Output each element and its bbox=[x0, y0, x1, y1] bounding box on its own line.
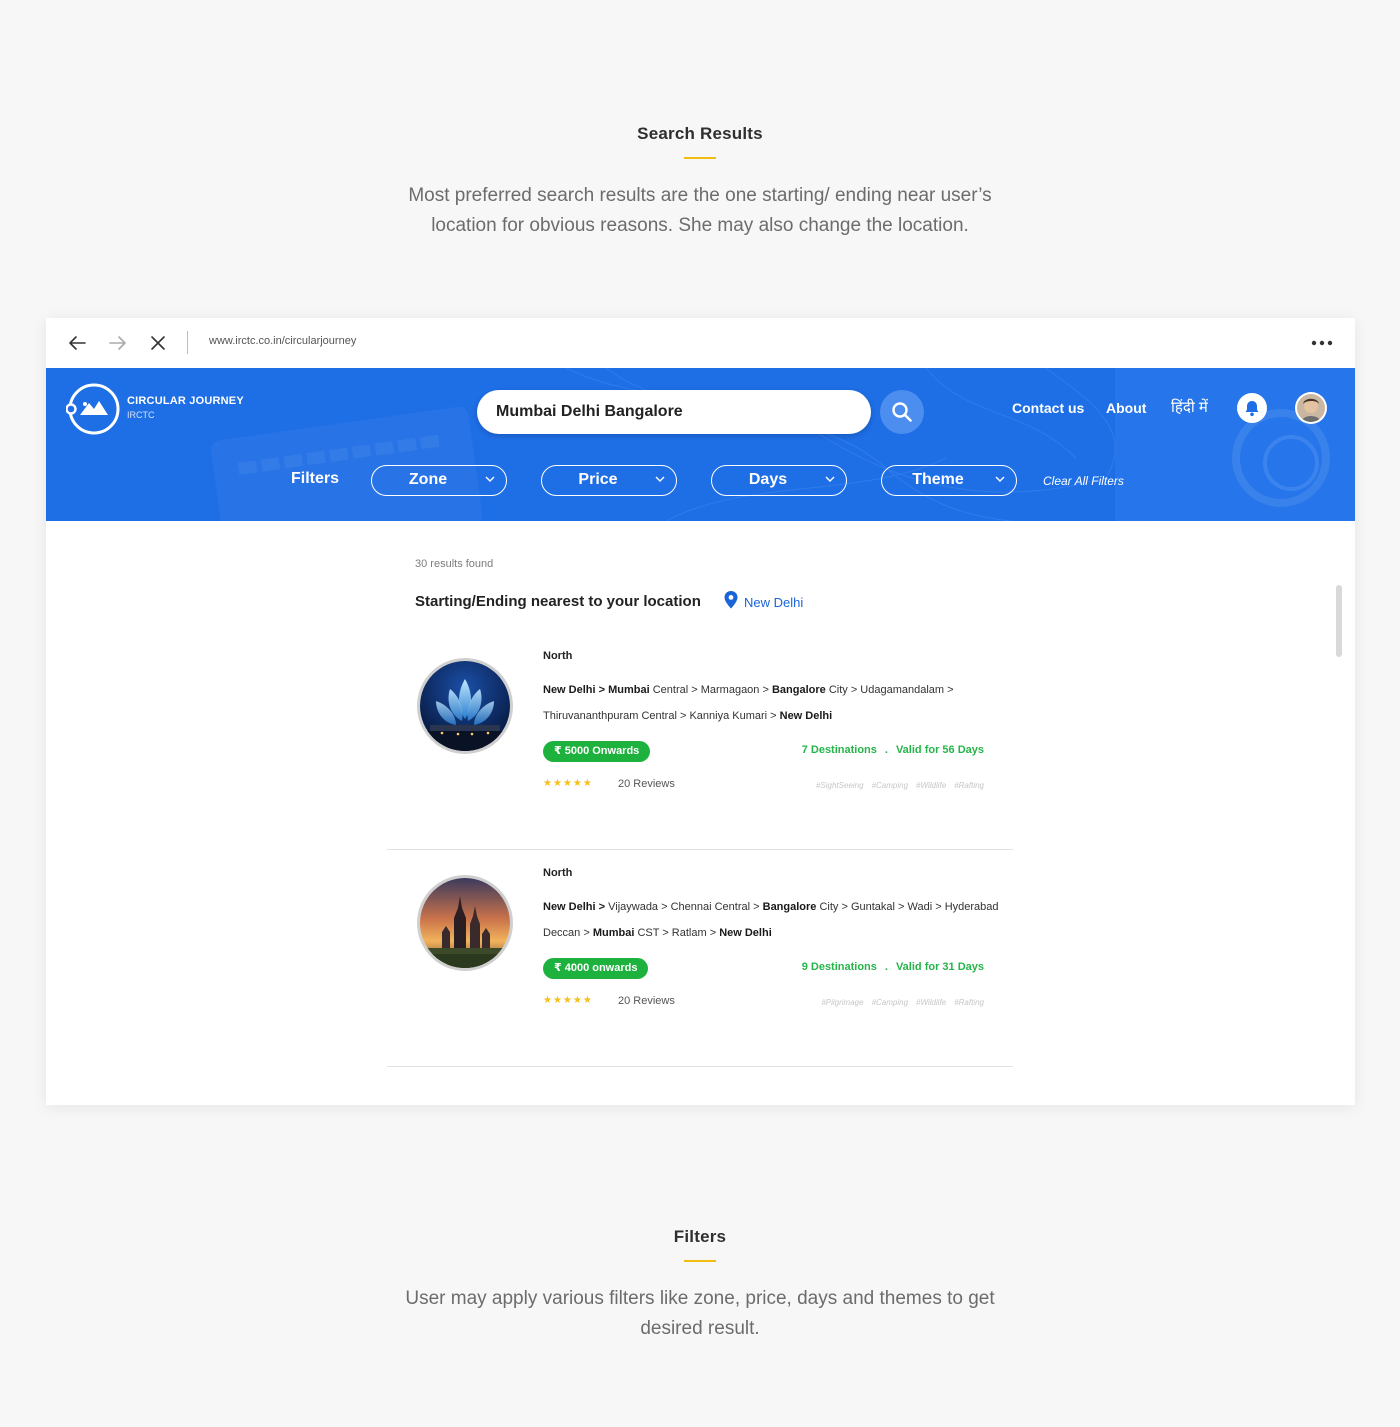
location-link[interactable]: New Delhi bbox=[744, 595, 803, 610]
lotus-temple-image bbox=[417, 658, 513, 754]
tag-list: #SightSeeing #Camping #Wildlife #Rafting bbox=[808, 781, 984, 790]
tag[interactable]: #Camping bbox=[872, 781, 908, 790]
temple-sunset-image bbox=[417, 875, 513, 971]
filter-days-dropdown[interactable]: Days bbox=[711, 465, 847, 496]
validity: Valid for 56 Days bbox=[895, 744, 984, 756]
scrollbar[interactable] bbox=[1336, 585, 1342, 657]
results-count: 30 results found bbox=[415, 558, 494, 570]
user-avatar[interactable] bbox=[1295, 392, 1327, 424]
route-station-bold: Mumbai bbox=[608, 684, 650, 696]
meta-separator: . bbox=[884, 744, 888, 756]
route-station-bold: Bangalore bbox=[771, 684, 826, 696]
logo-text: CIRCULAR JOURNEY IRCTC bbox=[127, 395, 244, 420]
card-divider bbox=[387, 1066, 1013, 1067]
nav-contact-us[interactable]: Contact us bbox=[1012, 400, 1084, 416]
filter-zone-label: Zone bbox=[408, 471, 448, 488]
destinations-count: 9 Destinations bbox=[801, 961, 877, 973]
back-arrow-icon[interactable] bbox=[66, 332, 88, 354]
trip-meta: 7 Destinations. Valid for 56 Days bbox=[802, 744, 984, 756]
filter-price-label: Price bbox=[578, 471, 618, 488]
browser-toolbar: www.irctc.co.in/circularjourney bbox=[46, 318, 1355, 368]
route-text: New Delhi > Mumbai Central > Marmagaon >… bbox=[543, 677, 1003, 729]
title-underline bbox=[684, 157, 716, 159]
section-description: Most preferred search results are the on… bbox=[408, 185, 992, 236]
route-text: New Delhi > Vijaywada > Chennai Central … bbox=[543, 894, 1003, 946]
nav-hindi[interactable]: हिंदी में bbox=[1171, 397, 1208, 417]
section-title: Search Results bbox=[637, 124, 763, 143]
search-input[interactable] bbox=[477, 390, 871, 434]
address-bar[interactable]: www.irctc.co.in/circularjourney bbox=[209, 335, 356, 347]
filters-label: Filters bbox=[291, 470, 340, 487]
notification-button[interactable] bbox=[1237, 393, 1267, 423]
tag[interactable]: #SightSeeing bbox=[816, 781, 864, 790]
tag[interactable]: #Camping bbox=[872, 998, 908, 1007]
toolbar-divider bbox=[187, 331, 188, 354]
price-badge: ₹ 5000 Onwards bbox=[543, 741, 651, 762]
search-results-section: Search Results Most preferred search res… bbox=[0, 124, 1400, 241]
route-station-bold: New Delhi > bbox=[543, 684, 609, 696]
filters-section: Filters User may apply various filters l… bbox=[0, 1227, 1400, 1344]
route-station-bold: New Delhi bbox=[779, 710, 833, 722]
validity: Valid for 31 Days bbox=[895, 961, 984, 973]
location-heading: Starting/Ending nearest to your location bbox=[415, 593, 701, 610]
search-button[interactable] bbox=[880, 390, 924, 434]
more-icon[interactable] bbox=[1311, 335, 1333, 356]
header-banner: CIRCULAR JOURNEY IRCTC Contact us About … bbox=[46, 368, 1355, 521]
route-segment: CST > Ratlam > bbox=[634, 927, 720, 939]
tag[interactable]: #Pilgrimage bbox=[821, 998, 863, 1007]
tag[interactable]: #Rafting bbox=[954, 781, 984, 790]
forward-arrow-icon[interactable] bbox=[107, 332, 129, 354]
close-icon[interactable] bbox=[147, 332, 169, 354]
logo-subtitle: IRCTC bbox=[127, 410, 155, 420]
filter-zone-dropdown[interactable]: Zone bbox=[371, 465, 507, 496]
route-station-bold: Bangalore bbox=[762, 901, 817, 913]
chevron-down-icon bbox=[995, 476, 1005, 482]
filter-price-dropdown[interactable]: Price bbox=[541, 465, 677, 496]
route-segment: Vijaywada > Chennai Central > bbox=[608, 901, 763, 913]
route-station-bold: New Delhi > bbox=[543, 901, 609, 913]
filter-days-label: Days bbox=[748, 471, 788, 488]
route-station-bold: Mumbai bbox=[592, 927, 635, 939]
clear-all-filters-link[interactable]: Clear All Filters bbox=[1043, 474, 1124, 488]
browser-window: www.irctc.co.in/circularjourney CIRCULAR… bbox=[46, 318, 1355, 1105]
zone-label: North bbox=[543, 650, 573, 662]
chevron-down-icon bbox=[485, 476, 495, 482]
chevron-down-icon bbox=[655, 476, 665, 482]
tag[interactable]: #Wildlife bbox=[916, 781, 946, 790]
route-segment: Central > Marmagaon > bbox=[649, 684, 772, 696]
card-divider bbox=[387, 849, 1013, 850]
route-station-bold: New Delhi bbox=[719, 927, 772, 939]
filter-theme-dropdown[interactable]: Theme bbox=[881, 465, 1017, 496]
meta-separator: . bbox=[884, 961, 888, 973]
location-pin-icon[interactable] bbox=[724, 591, 738, 614]
section-title: Filters bbox=[673, 1227, 727, 1246]
nav-about[interactable]: About bbox=[1106, 400, 1146, 416]
star-rating: ★★★★★ bbox=[543, 995, 593, 1006]
tag[interactable]: #Rafting bbox=[954, 998, 984, 1007]
tag[interactable]: #Wildlife bbox=[916, 998, 946, 1007]
section-description: User may apply various filters like zone… bbox=[405, 1288, 995, 1339]
results-panel: 30 results found Starting/Ending nearest… bbox=[46, 521, 1355, 1105]
tag-list: #Pilgrimage #Camping #Wildlife #Rafting bbox=[813, 998, 984, 1007]
price-badge: ₹ 4000 onwards bbox=[543, 958, 649, 979]
logo-title: CIRCULAR JOURNEY bbox=[127, 395, 244, 407]
destinations-count: 7 Destinations bbox=[801, 744, 877, 756]
zone-label: North bbox=[543, 867, 573, 879]
star-rating: ★★★★★ bbox=[543, 778, 593, 789]
chevron-down-icon bbox=[825, 476, 835, 482]
result-card[interactable]: North New Delhi > Vijaywada > Chennai Ce… bbox=[387, 867, 1013, 1067]
trip-meta: 9 Destinations. Valid for 31 Days bbox=[802, 961, 984, 973]
reviews-link[interactable]: 20 Reviews bbox=[618, 995, 675, 1007]
filter-theme-label: Theme bbox=[912, 471, 964, 488]
title-underline bbox=[684, 1260, 716, 1262]
circular-journey-logo-icon[interactable] bbox=[65, 383, 122, 440]
result-card[interactable]: North New Delhi > Mumbai Central > Marma… bbox=[387, 650, 1013, 850]
reviews-link[interactable]: 20 Reviews bbox=[618, 778, 675, 790]
